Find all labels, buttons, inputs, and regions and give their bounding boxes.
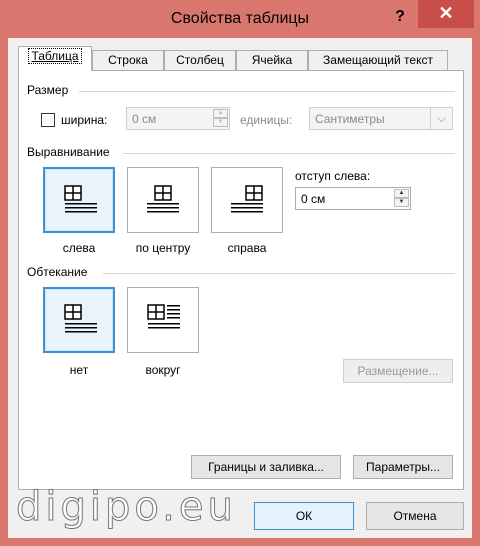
wrap-around-button[interactable] <box>127 287 199 353</box>
indent-down-icon[interactable]: ▼ <box>394 198 409 207</box>
tab-alt-text-label: Замещающий текст <box>323 53 433 67</box>
table-align-center-icon <box>147 185 179 213</box>
width-spinner[interactable]: 0 см ▲ ▼ <box>126 107 230 130</box>
align-right-button[interactable] <box>211 167 283 233</box>
options-button[interactable]: Параметры... <box>353 455 453 479</box>
tab-row-label: Строка <box>108 53 148 67</box>
indent-spinner[interactable]: 0 см ▲ ▼ <box>295 187 411 210</box>
align-left-label: слева <box>62 241 96 255</box>
help-button[interactable]: ? <box>388 6 412 28</box>
wrap-group-divider <box>103 273 455 274</box>
width-checkbox[interactable] <box>41 113 55 127</box>
wrap-none-label: нет <box>69 363 89 377</box>
indent-label: отступ слева: <box>295 169 371 183</box>
ok-button[interactable]: ОК <box>254 502 354 530</box>
size-group-divider <box>79 91 455 92</box>
units-value: Сантиметры <box>315 112 385 126</box>
table-align-right-icon <box>231 185 263 213</box>
wrap-none-icon <box>64 304 97 333</box>
tab-column[interactable]: Столбец <box>164 50 236 70</box>
cancel-button[interactable]: Отмена <box>366 502 464 530</box>
tab-column-label: Столбец <box>176 53 224 67</box>
alignment-group-divider <box>123 153 455 154</box>
indent-up-icon[interactable]: ▲ <box>394 189 409 198</box>
tab-alt-text[interactable]: Замещающий текст <box>308 50 448 70</box>
units-label: единицы: <box>240 113 293 127</box>
site-watermark: digipo.eu <box>16 484 237 531</box>
table-align-left-icon <box>64 185 97 213</box>
align-center-label: по центру <box>135 241 191 255</box>
units-select[interactable]: Сантиметры ⌵ <box>309 107 453 130</box>
tab-panel-table: Размер ширина: 0 см ▲ ▼ единицы: Сантиме… <box>18 70 464 490</box>
align-center-button[interactable] <box>127 167 199 233</box>
chevron-down-icon: ⌵ <box>430 108 452 129</box>
alignment-group-label: Выравнивание <box>27 145 110 159</box>
tab-cell-label: Ячейка <box>251 53 293 67</box>
width-label: ширина: <box>61 113 108 127</box>
indent-value: 0 см <box>301 192 326 206</box>
dialog-body: Таблица Строка Столбец Ячейка Замещающий… <box>8 38 472 538</box>
wrap-around-icon <box>147 304 180 329</box>
align-right-label: справа <box>227 241 267 255</box>
tab-row[interactable]: Строка <box>92 50 164 70</box>
wrap-group-label: Обтекание <box>27 265 88 279</box>
positioning-button[interactable]: Размещение... <box>343 359 453 383</box>
borders-shading-button[interactable]: Границы и заливка... <box>191 455 341 479</box>
size-group-label: Размер <box>27 83 69 97</box>
wrap-around-label: вокруг <box>145 363 181 377</box>
wrap-none-button[interactable] <box>43 287 115 353</box>
width-up-icon[interactable]: ▲ <box>213 109 228 118</box>
tab-table[interactable]: Таблица <box>18 46 92 71</box>
close-button[interactable]: ✕ <box>418 0 474 28</box>
tab-table-label: Таблица <box>28 48 82 64</box>
align-left-button[interactable] <box>43 167 115 233</box>
tab-cell[interactable]: Ячейка <box>236 50 308 70</box>
width-down-icon[interactable]: ▼ <box>213 118 228 127</box>
width-value: 0 см <box>132 112 157 126</box>
